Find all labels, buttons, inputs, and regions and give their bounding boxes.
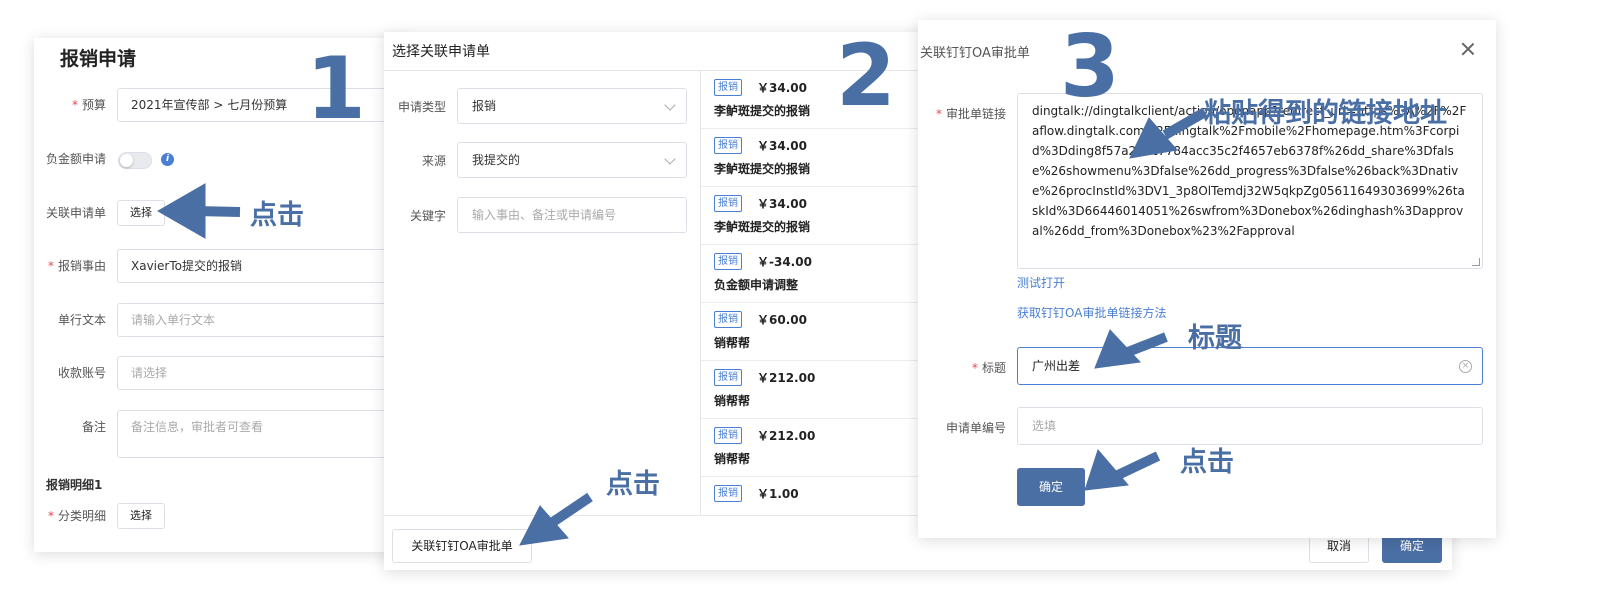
remarks-row: 备注 备注信息，审批者可查看 xyxy=(34,410,414,458)
category-detail-label: 分类明细 xyxy=(57,509,106,523)
chevron-down-icon xyxy=(664,99,676,111)
single-text-row: 单行文本 请输入单行文本 xyxy=(34,303,414,337)
linked-application-row: 关联申请单 选择 xyxy=(34,196,414,230)
item-title: 负金额申请调整 xyxy=(714,278,799,292)
amount: ￥212.00 xyxy=(757,371,816,385)
annotation-click: 点击 xyxy=(1180,447,1234,478)
clear-icon[interactable]: × xyxy=(1459,360,1472,373)
amount: ￥1.00 xyxy=(757,487,799,501)
annotation-click: 点击 xyxy=(606,469,660,500)
application-type-value: 报销 xyxy=(472,99,497,113)
source-label: 来源 xyxy=(421,154,446,168)
dialog-title: 选择关联申请单 xyxy=(392,44,490,60)
application-type-label: 申请类型 xyxy=(397,100,446,114)
title-label: 标题 xyxy=(981,361,1006,375)
annotation-click: 点击 xyxy=(250,200,304,231)
title-value: 广州出差 xyxy=(1032,359,1081,373)
negative-amount-row: 负金额申请 i xyxy=(34,142,414,176)
category-detail-row: * 分类明细 选择 xyxy=(34,499,414,533)
page-title: 报销申请 xyxy=(60,48,137,70)
link-dingtalk-oa-button[interactable]: 关联钉钉OA审批单 xyxy=(392,529,532,563)
amount: ￥60.00 xyxy=(757,313,807,327)
chevron-down-icon xyxy=(664,153,676,165)
annotation-title: 标题 xyxy=(1188,323,1242,354)
item-title: 李鲈斑提交的报销 xyxy=(714,104,811,118)
payee-account-row: 收款账号 请选择 xyxy=(34,356,414,390)
single-text-label: 单行文本 xyxy=(57,313,106,327)
test-open-link[interactable]: 测试打开 xyxy=(1017,274,1065,291)
select-linked-application-button[interactable]: 选择 xyxy=(117,200,165,226)
resize-handle-icon[interactable] xyxy=(1472,258,1480,266)
type-badge: 报销 xyxy=(714,79,742,96)
required-mark: * xyxy=(971,361,978,375)
remarks-textarea[interactable]: 备注信息，审批者可查看 xyxy=(117,410,414,458)
annotation-paste-link: 粘贴得到的链接地址 xyxy=(1204,98,1447,129)
negative-amount-label: 负金额申请 xyxy=(45,152,106,166)
dialog-title: 关联钉钉OA审批单 xyxy=(920,46,1030,61)
type-badge: 报销 xyxy=(714,195,742,212)
required-mark: * xyxy=(935,107,942,121)
required-mark: * xyxy=(47,509,54,523)
type-badge: 报销 xyxy=(714,485,742,502)
type-badge: 报销 xyxy=(714,311,742,328)
type-badge: 报销 xyxy=(714,369,742,386)
linked-application-label: 关联申请单 xyxy=(45,206,106,220)
required-mark: * xyxy=(71,98,78,112)
single-text-input[interactable]: 请输入单行文本 xyxy=(117,303,414,337)
section-title: 报销明细1 xyxy=(46,478,103,492)
select-category-button[interactable]: 选择 xyxy=(117,503,165,529)
payee-account-label: 收款账号 xyxy=(57,366,106,380)
source-value: 我提交的 xyxy=(472,153,521,167)
budget-label: 预算 xyxy=(81,98,106,112)
approval-link-label: 审批单链接 xyxy=(945,107,1006,121)
reason-field[interactable]: XavierTo提交的报销 xyxy=(117,249,414,283)
amount: ￥212.00 xyxy=(757,429,816,443)
payee-account-select[interactable]: 请选择 xyxy=(117,356,414,390)
amount: ￥34.00 xyxy=(757,139,807,153)
type-badge: 报销 xyxy=(714,427,742,444)
reason-label: 报销事由 xyxy=(57,259,106,273)
reason-row: * 报销事由 XavierTo提交的报销 xyxy=(34,249,414,283)
item-title: 李鲈斑提交的报销 xyxy=(714,162,811,176)
item-title: 销帮帮 xyxy=(714,394,751,408)
keyword-label: 关键字 xyxy=(409,209,446,223)
application-number-label: 申请单编号 xyxy=(945,421,1006,435)
remarks-label: 备注 xyxy=(81,420,106,434)
info-icon[interactable]: i xyxy=(161,153,174,166)
application-number-input[interactable]: 选填 xyxy=(1017,407,1483,445)
keyword-input[interactable]: 输入事由、备注或申请编号 xyxy=(457,197,687,233)
title-input[interactable]: 广州出差 × xyxy=(1017,347,1483,385)
step-number-3: 3 xyxy=(1060,17,1120,117)
item-title: 李鲈斑提交的报销 xyxy=(714,508,810,509)
get-link-method-link[interactable]: 获取钉钉OA审批单链接方法 xyxy=(1017,304,1166,321)
type-badge: 报销 xyxy=(714,137,742,154)
confirm-button[interactable]: 确定 xyxy=(1017,468,1085,506)
close-icon[interactable] xyxy=(1461,42,1475,56)
source-select[interactable]: 我提交的 xyxy=(457,142,687,178)
item-title: 李鲈斑提交的报销 xyxy=(714,220,811,234)
type-badge: 报销 xyxy=(714,253,742,270)
application-type-select[interactable]: 报销 xyxy=(457,88,687,124)
required-mark: * xyxy=(47,259,54,273)
step-number-2: 2 xyxy=(836,26,896,126)
step-number-1: 1 xyxy=(306,39,366,139)
amount: ￥34.00 xyxy=(757,81,807,95)
budget-field[interactable]: 2021年宣传部 > 七月份预算 xyxy=(117,88,414,122)
amount: ￥-34.00 xyxy=(757,255,812,269)
item-title: 销帮帮 xyxy=(714,336,751,350)
item-title: 销帮帮 xyxy=(714,452,751,466)
negative-amount-toggle[interactable] xyxy=(118,152,152,169)
amount: ￥34.00 xyxy=(757,197,807,211)
